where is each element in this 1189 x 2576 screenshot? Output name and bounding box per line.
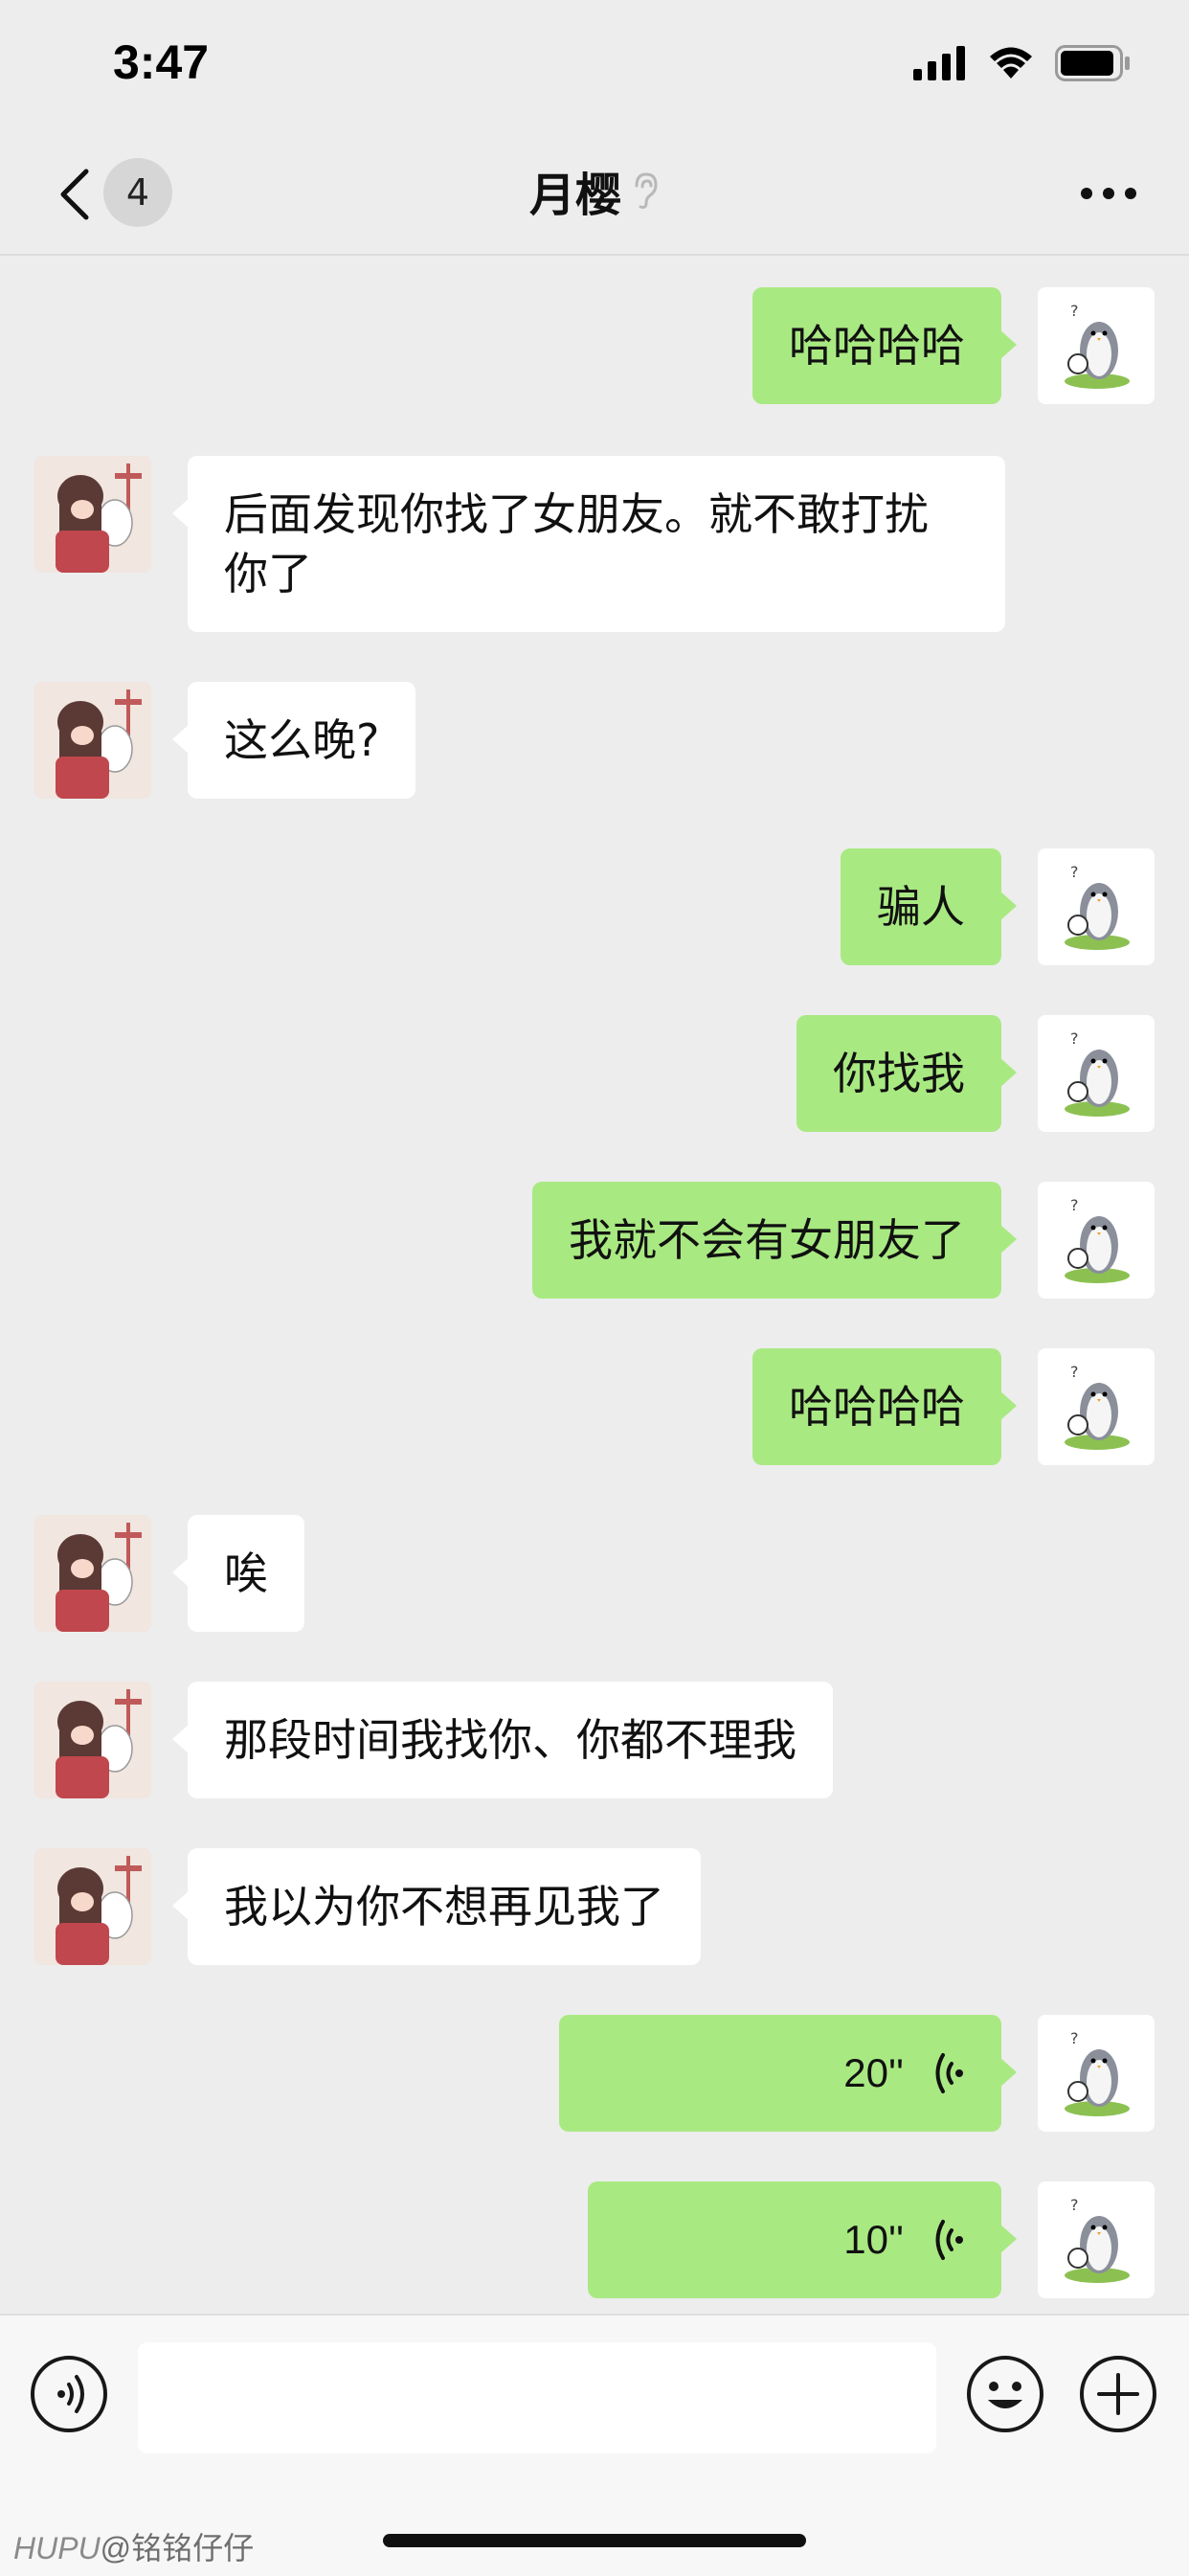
message-bubble-sent[interactable]: 哈哈哈哈	[752, 1348, 1017, 1465]
my-avatar[interactable]: ?	[1038, 1348, 1155, 1465]
voice-duration: 10''	[843, 2217, 904, 2262]
unread-count-badge[interactable]: 4	[103, 158, 172, 227]
message-bubble-sent[interactable]: 哈哈哈哈	[752, 287, 1017, 404]
penguin-avatar-icon: ?	[1065, 302, 1130, 389]
svg-text:?: ?	[1070, 1196, 1079, 1214]
message-input[interactable]	[138, 2342, 936, 2453]
voice-wave-icon	[935, 2220, 963, 2260]
more-icon	[1081, 188, 1136, 199]
status-bar: 3:47	[0, 0, 1189, 134]
watermark: HUPU@铭铭仔仔	[13, 2524, 254, 2568]
penguin-avatar-icon: ?	[1065, 2196, 1130, 2283]
penguin-avatar-icon: ?	[1065, 2029, 1130, 2116]
girl-avatar-icon	[34, 1515, 151, 1632]
chat-header: 4 月樱	[0, 134, 1189, 256]
voice-message-bubble[interactable]: 20''	[559, 2015, 1017, 2132]
girl-avatar-icon	[34, 1682, 151, 1798]
chat-title: 月樱	[528, 169, 621, 222]
signal-icon	[913, 46, 965, 80]
message-bubble-sent[interactable]: 骗人	[841, 848, 1017, 965]
svg-text:?: ?	[1070, 2196, 1079, 2214]
status-icons	[913, 42, 1132, 84]
my-avatar[interactable]: ?	[1038, 287, 1155, 404]
message-bubble-sent[interactable]: 你找我	[796, 1015, 1017, 1132]
penguin-avatar-icon: ?	[1065, 1363, 1130, 1450]
voice-wave-icon	[935, 2053, 963, 2093]
ear-icon	[635, 172, 658, 209]
voice-toggle-button[interactable]	[29, 2354, 109, 2434]
back-button[interactable]	[50, 163, 98, 226]
wifi-icon	[990, 47, 1032, 79]
my-avatar[interactable]: ?	[1038, 848, 1155, 965]
voice-toggle-icon	[31, 2356, 107, 2432]
penguin-avatar-icon: ?	[1065, 863, 1130, 950]
emoji-button[interactable]	[965, 2354, 1045, 2434]
svg-text:?: ?	[1070, 2029, 1079, 2047]
message-bubble-sent[interactable]: 我就不会有女朋友了	[532, 1182, 1017, 1299]
contact-avatar[interactable]	[34, 1515, 151, 1632]
status-time: 3:47	[113, 35, 210, 89]
message-bubble-received[interactable]: 后面发现你找了女朋友。就不敢打扰你了	[172, 456, 1005, 632]
message-bubble-received[interactable]: 我以为你不想再见我了	[172, 1848, 701, 1965]
watermark-brand: HUPU	[13, 2531, 101, 2565]
chat-title-wrap: 月樱	[0, 157, 1189, 224]
emoji-icon	[967, 2356, 1043, 2432]
svg-text:?: ?	[1070, 1363, 1079, 1381]
home-indicator[interactable]	[383, 2534, 806, 2547]
contact-avatar[interactable]	[34, 1682, 151, 1798]
voice-message-bubble[interactable]: 10''	[588, 2181, 1017, 2298]
svg-text:?: ?	[1070, 302, 1079, 320]
message-bubble-received[interactable]: 那段时间我找你、你都不理我	[172, 1682, 833, 1798]
contact-avatar[interactable]	[34, 1848, 151, 1965]
voice-duration: 20''	[843, 2050, 904, 2095]
penguin-avatar-icon: ?	[1065, 1029, 1130, 1117]
svg-text:?: ?	[1070, 863, 1079, 881]
girl-avatar-icon	[34, 1848, 151, 1965]
plus-icon	[1080, 2356, 1156, 2432]
contact-avatar[interactable]	[34, 682, 151, 799]
penguin-avatar-icon: ?	[1065, 1196, 1130, 1283]
more-button[interactable]	[1078, 170, 1139, 216]
watermark-user: @铭铭仔仔	[100, 2531, 255, 2565]
my-avatar[interactable]: ?	[1038, 1182, 1155, 1299]
svg-text:?: ?	[1070, 1029, 1079, 1048]
more-functions-button[interactable]	[1078, 2354, 1158, 2434]
girl-avatar-icon	[34, 682, 151, 799]
message-bubble-received[interactable]: 这么晚?	[171, 682, 416, 799]
chevron-left-icon	[60, 169, 89, 220]
my-avatar[interactable]: ?	[1038, 2015, 1155, 2132]
girl-avatar-icon	[34, 456, 151, 573]
my-avatar[interactable]: ?	[1038, 2181, 1155, 2298]
my-avatar[interactable]: ?	[1038, 1015, 1155, 1132]
message-bubble-received[interactable]: 唉	[172, 1515, 304, 1632]
battery-icon	[1055, 45, 1130, 81]
contact-avatar[interactable]	[34, 456, 151, 573]
